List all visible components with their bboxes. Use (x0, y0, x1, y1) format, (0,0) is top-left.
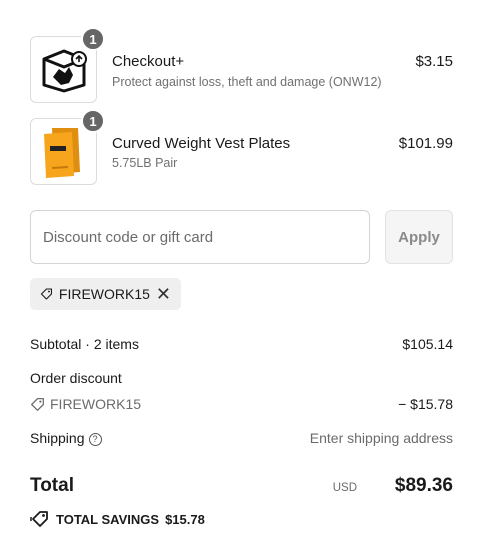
item-subtitle: 5.75LB Pair (112, 156, 178, 170)
total-amount: $89.36 (394, 475, 453, 496)
tag-icon (30, 511, 48, 527)
item-price: $101.99 (398, 135, 453, 152)
total-savings: TOTAL SAVINGS $15.78 (30, 510, 205, 528)
weight-plate-image (43, 127, 80, 178)
package-shield-icon (42, 49, 87, 92)
order-discount-row: Order discount (30, 370, 453, 386)
discount-value: − $15.78 (398, 396, 453, 412)
shipping-label: Shipping (30, 430, 85, 446)
discount-code-label: FIREWORK15 (50, 396, 142, 412)
tag-icon (31, 397, 44, 411)
quantity-badge: 1 (81, 109, 105, 133)
applied-code-label: FIREWORK15 (58, 286, 150, 302)
quantity-badge: 1 (81, 27, 105, 51)
subtotal-row: Subtotal · 2 items $105.14 (30, 336, 453, 352)
total-label: Total (30, 475, 74, 496)
remove-discount-icon[interactable]: ✕ (156, 285, 171, 303)
item-name: Checkout+ (112, 53, 185, 70)
total-currency: USD (332, 482, 357, 494)
item-price: $3.15 (415, 53, 453, 70)
subtotal-value: $105.14 (402, 336, 453, 352)
apply-discount-button[interactable]: Apply (385, 210, 453, 264)
savings-label: TOTAL SAVINGS (56, 511, 160, 527)
shipping-value: Enter shipping address (309, 430, 453, 446)
applied-discount-chip: FIREWORK15 ✕ (30, 278, 181, 310)
help-icon[interactable]: ? (88, 432, 102, 446)
subtotal-label: Subtotal · 2 items (30, 336, 139, 352)
item-subtitle: Protect against loss, theft and damage (… (112, 75, 382, 89)
savings-value: $15.78 (165, 511, 205, 527)
discount-code-row: FIREWORK15 − $15.78 (30, 396, 453, 415)
order-discount-label: Order discount (30, 370, 122, 386)
item-name: Curved Weight Vest Plates (112, 135, 291, 152)
line-item: 1 Curved Weight Vest Plates 5.75LB Pair … (30, 109, 453, 186)
discount-code-input[interactable] (30, 210, 370, 264)
tag-icon (40, 288, 52, 300)
line-item: 1 Checkout+ Protect against loss, theft … (30, 27, 453, 104)
shipping-row: Shipping? Enter shipping address (30, 430, 453, 446)
